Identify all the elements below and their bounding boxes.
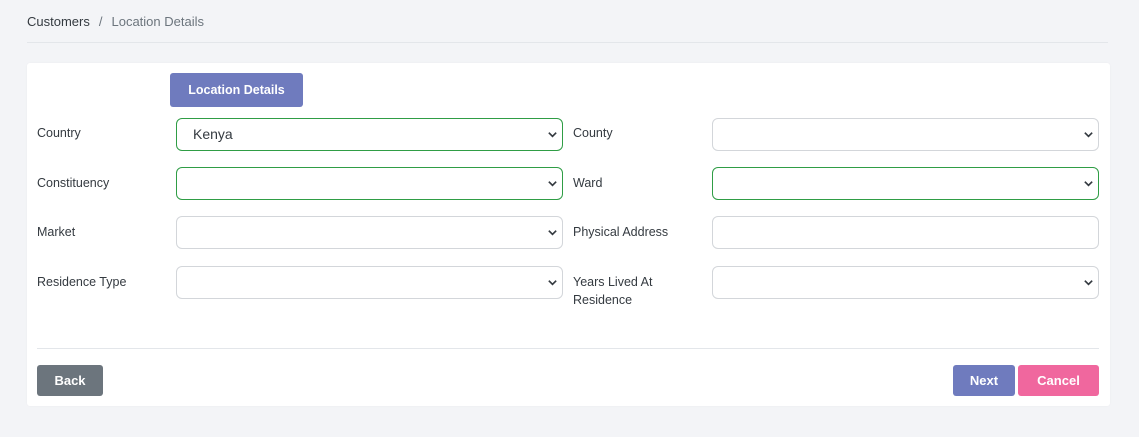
chevron-down-icon	[548, 280, 557, 286]
country-label: Country	[37, 126, 81, 140]
constituency-label: Constituency	[37, 176, 110, 190]
ward-label: Ward	[573, 176, 603, 190]
breadcrumb-customers[interactable]: Customers	[27, 14, 90, 29]
footer-divider	[37, 348, 1099, 349]
breadcrumb-current: Location Details	[111, 14, 204, 29]
physical-address-input[interactable]	[712, 216, 1099, 249]
years-lived-label-line2: Residence	[573, 293, 633, 307]
market-select[interactable]	[176, 216, 563, 249]
next-button[interactable]: Next	[953, 365, 1015, 396]
chevron-down-icon	[548, 181, 557, 187]
back-button[interactable]: Back	[37, 365, 103, 396]
tab-location-details[interactable]: Location Details	[170, 73, 303, 107]
constituency-select[interactable]	[176, 167, 563, 200]
breadcrumb: Customers / Location Details	[27, 14, 204, 29]
cancel-button[interactable]: Cancel	[1018, 365, 1099, 396]
header-divider	[27, 42, 1108, 43]
years-lived-label-line1: Years Lived At	[573, 275, 653, 289]
country-select[interactable]: Kenya	[176, 118, 563, 151]
market-label: Market	[37, 225, 76, 239]
chevron-down-icon	[1084, 280, 1093, 286]
residence-type-label: Residence Type	[37, 275, 127, 289]
chevron-down-icon	[548, 230, 557, 236]
chevron-down-icon	[548, 132, 557, 138]
residence-type-select[interactable]	[176, 266, 563, 299]
breadcrumb-separator: /	[98, 14, 103, 29]
ward-select[interactable]	[712, 167, 1099, 200]
years-lived-select[interactable]	[712, 266, 1099, 299]
county-select[interactable]	[712, 118, 1099, 151]
location-details-card: Location Details Country Kenya County Co…	[27, 63, 1110, 406]
physical-address-label: Physical Address	[573, 225, 669, 239]
chevron-down-icon	[1084, 181, 1093, 187]
country-value: Kenya	[193, 126, 233, 142]
county-label: County	[573, 126, 613, 140]
years-lived-label: Years Lived At Residence	[573, 273, 652, 309]
chevron-down-icon	[1084, 132, 1093, 138]
